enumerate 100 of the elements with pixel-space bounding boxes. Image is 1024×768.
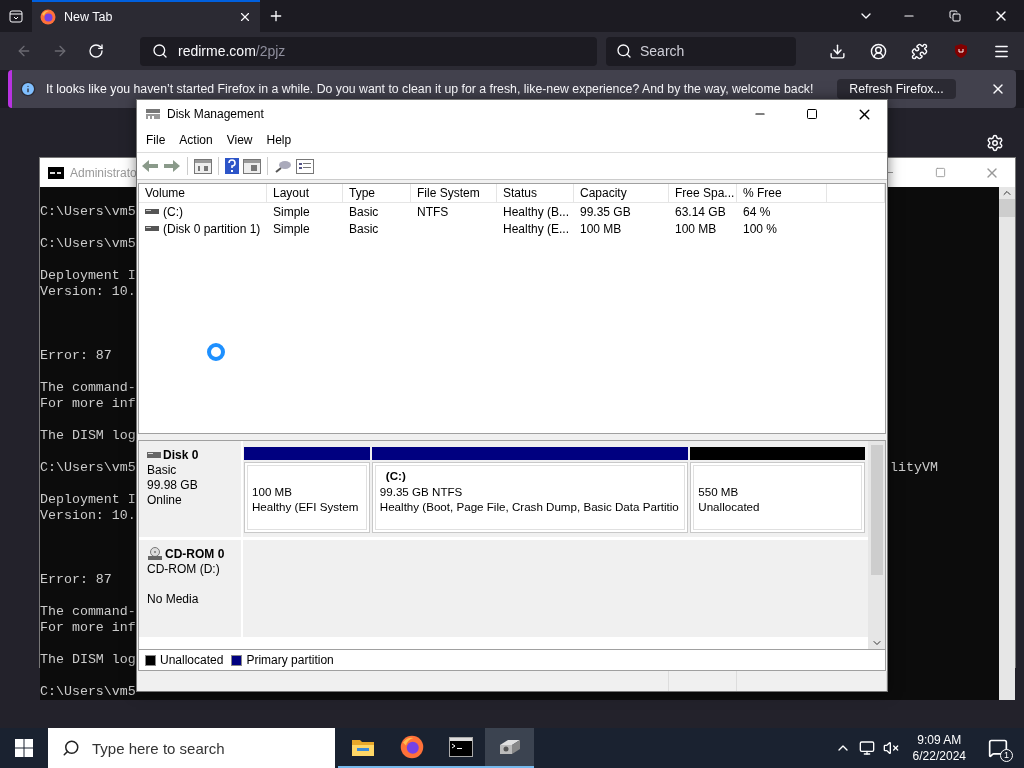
clock[interactable]: 9:09 AM 6/22/2024	[906, 732, 972, 764]
partition-block[interactable]: (C:) 99.35 GB NTFS Healthy (Boot, Page File, Crash Dump, Basic Data Partitio	[371, 462, 689, 533]
column-header[interactable]: File System	[411, 184, 497, 202]
refresh-button[interactable]: Refresh Firefox...	[837, 79, 956, 99]
help-icon[interactable]	[225, 158, 239, 174]
console-line: C:\Users\vm5	[40, 684, 136, 700]
address-field[interactable]: redirme.com/2pjz	[140, 36, 597, 66]
column-header[interactable]: Type	[343, 184, 411, 202]
maximize-icon	[934, 167, 946, 178]
close-icon[interactable]	[238, 10, 252, 24]
console-line: Error: 87	[40, 572, 112, 588]
column-header[interactable]: Capacity	[574, 184, 669, 202]
scrollbar-thumb[interactable]	[999, 199, 1015, 217]
tab-icon	[40, 9, 56, 25]
legend-label: Unallocated	[160, 653, 224, 667]
console-line: The command-	[40, 380, 136, 396]
column-header[interactable]: Status	[497, 184, 574, 202]
window-title: Disk Management	[167, 107, 264, 121]
table-cell: Healthy (E...	[503, 221, 570, 236]
console-line: Version: 10.	[40, 508, 136, 524]
properties-icon[interactable]	[296, 158, 314, 174]
disk-status: No Media	[147, 592, 200, 607]
account-icon	[870, 42, 887, 60]
folder-icon	[350, 737, 375, 757]
scrollbar-thumb[interactable]	[870, 445, 883, 575]
console-line: C:\Users\vm5	[40, 460, 136, 476]
table-cell: NTFS	[417, 204, 449, 219]
busy-cursor-icon	[205, 341, 227, 363]
download-icon	[829, 42, 846, 60]
panel-icon[interactable]	[194, 158, 212, 174]
notifications-button[interactable]: 1	[980, 728, 1016, 768]
table-cell: (C:)	[163, 204, 183, 219]
column-header[interactable]: Layout	[267, 184, 343, 202]
console-line: C:\Users\vm5	[40, 236, 136, 252]
terminal-icon	[448, 737, 473, 757]
legend-label: Primary partition	[246, 653, 334, 667]
connect-icon[interactable]	[274, 158, 292, 174]
console-line: The DISM log	[40, 428, 136, 444]
menu-item[interactable]: View	[219, 129, 260, 151]
partition-block[interactable]: 550 MB Unallocated	[690, 462, 865, 533]
puzzle-icon	[911, 42, 928, 60]
search-icon	[616, 43, 632, 59]
column-header[interactable]: Volume	[139, 184, 267, 202]
settings-icon[interactable]	[986, 134, 1004, 152]
search-field[interactable]: Search	[606, 36, 796, 66]
shield-icon	[952, 43, 969, 59]
taskbar-search-field[interactable]: Type here to search	[48, 728, 335, 768]
menu-item[interactable]: File	[139, 129, 173, 151]
drive-icon	[145, 107, 161, 121]
disk-capacity: 99.98 GB	[147, 478, 199, 493]
back-icon[interactable]	[141, 158, 159, 174]
console-line: For more inf	[40, 396, 136, 412]
table-cell: 100 %	[743, 221, 778, 236]
drive-icon	[145, 208, 159, 215]
table-cell: 99.35 GB	[580, 204, 631, 219]
search-icon	[152, 43, 168, 59]
disk-name: Disk 0	[163, 448, 199, 462]
table-cell: Simple	[273, 204, 310, 219]
drive-icon	[145, 225, 159, 232]
table-cell: Simple	[273, 221, 310, 236]
browser-tab[interactable]: New Tab	[32, 0, 260, 32]
console-line: For more inf	[40, 620, 136, 636]
panel-icon[interactable]	[243, 158, 261, 174]
column-header[interactable]: Free Spa...	[669, 184, 737, 202]
table-cell: 64 %	[743, 204, 771, 219]
reload-icon	[88, 43, 104, 59]
table-cell: (Disk 0 partition 1)	[163, 221, 261, 236]
console-line: Version: 10.	[40, 284, 136, 300]
column-header[interactable]: % Free	[737, 184, 827, 202]
search-icon	[62, 739, 80, 757]
partition-block[interactable]: 100 MB Healthy (EFI System	[244, 462, 370, 533]
console-line: Deployment I	[40, 492, 136, 508]
maximize-icon	[806, 108, 818, 120]
menu-item[interactable]: Help	[259, 129, 299, 151]
console-line: lityVM	[890, 460, 938, 476]
tab-list-icon	[8, 8, 24, 24]
notification-message: It looks like you haven’t started Firefox in a while. Do you want to clean it up for a fresh, like-new experience? And by the way, welcome back!	[46, 82, 814, 96]
disk-type: Basic	[147, 463, 178, 478]
console-icon	[48, 166, 64, 179]
disk-type: CD-ROM (D:)	[147, 562, 221, 577]
forward-arrow-icon	[52, 43, 68, 59]
console-line: Error: 87	[40, 348, 112, 364]
plus-icon	[268, 8, 284, 24]
network-icon[interactable]	[858, 740, 875, 756]
disk-name: CD-ROM 0	[165, 547, 225, 561]
scrollbar[interactable]	[868, 441, 885, 649]
fox-logo-icon	[399, 735, 424, 759]
info-icon	[20, 81, 36, 97]
table-cell: Basic	[349, 204, 379, 219]
menu-item[interactable]: Action	[172, 129, 220, 151]
taskbar-app-button[interactable]	[485, 728, 534, 768]
forward-icon[interactable]	[163, 158, 181, 174]
scrollbar[interactable]	[999, 187, 1015, 700]
console-line: The command-	[40, 604, 136, 620]
table-cell: 100 MB	[580, 221, 622, 236]
console-line: C:\Users\vm5	[40, 204, 136, 220]
console-line: Deployment I	[40, 268, 136, 284]
muted-speaker-icon[interactable]	[882, 740, 899, 756]
table-cell: 63.14 GB	[675, 204, 726, 219]
disk-status: Online	[147, 493, 183, 508]
